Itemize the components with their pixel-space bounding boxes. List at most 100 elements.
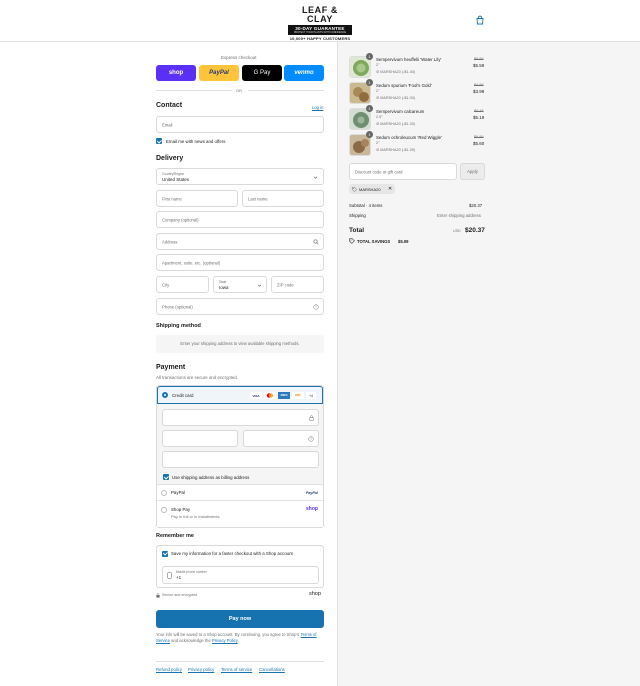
first-name-field[interactable]: First name [156, 190, 238, 207]
product-size: 2" [376, 63, 380, 67]
quantity-badge: 1 [366, 105, 373, 112]
remove-discount-icon[interactable]: ✕ [388, 186, 392, 192]
discount-code-placeholder: Discount code or gift card [355, 169, 403, 174]
shopping-bag-icon[interactable] [475, 15, 485, 25]
refund-policy-link[interactable]: Refund policy [156, 667, 182, 672]
shipping-method-heading: Shipping method [156, 323, 201, 329]
card-number-field[interactable] [162, 409, 319, 426]
paypal-logo: PayPal [306, 490, 318, 495]
name-on-card-field[interactable] [162, 451, 319, 468]
google-pay-label: G Pay [253, 70, 271, 76]
product-discount: ⊘ MARSHA20 (-$1.00) [376, 96, 416, 100]
security-code-field[interactable]: ? [243, 430, 319, 447]
company-placeholder: Company (optional) [162, 217, 199, 222]
cancellations-link[interactable]: Cancellations [259, 667, 285, 672]
mobile-label: Mobile phone number [176, 570, 207, 574]
mobile-phone-field[interactable]: Mobile phone number +1 [162, 566, 319, 584]
venmo-express-button[interactable]: venmo [284, 65, 324, 81]
contact-heading: Contact [156, 102, 183, 109]
credit-card-option[interactable]: Credit card VISA AMEX DISC +4 [157, 386, 323, 404]
shipping-notice-box: Enter your shipping address to view avai… [156, 335, 324, 353]
item-price: $5.60 [473, 141, 485, 146]
shop-pay-option[interactable]: Shop Pay Pay in full or in installments … [157, 500, 323, 527]
company-field[interactable]: Company (optional) [156, 211, 324, 228]
subtotal-label: Subtotal · 4 items [349, 203, 383, 208]
save-info-label: Save my information for a faster checkou… [171, 551, 293, 556]
quantity-badge: 1 [366, 53, 373, 60]
total-savings-value: $5.09 [398, 239, 409, 244]
billing-checkbox[interactable] [163, 474, 169, 480]
apply-button[interactable]: Apply [460, 163, 485, 180]
divider-right [248, 90, 324, 91]
first-name-placeholder: First name [162, 196, 182, 201]
discount-code-field[interactable]: Discount code or gift card [349, 163, 457, 180]
apply-label: Apply [467, 169, 478, 174]
paypal-option[interactable]: PayPal PayPal [157, 484, 323, 500]
privacy-link[interactable]: Privacy Policy [212, 638, 238, 643]
product-discount-text: MARSHA20 (-$1.00) [380, 96, 416, 100]
shop-logo: shop [309, 591, 321, 597]
news-checkbox[interactable] [156, 138, 162, 144]
credit-card-radio[interactable] [162, 392, 168, 398]
shop-pay-express-button[interactable]: shop [156, 65, 196, 81]
product-discount-text: MARSHA20 (-$1.30) [380, 122, 416, 126]
expiration-field[interactable] [162, 430, 238, 447]
subtotal-value: $20.37 [469, 203, 483, 208]
remember-box: Save my information for a faster checkou… [156, 545, 324, 588]
lock-icon [156, 593, 160, 598]
shop-pay-radio[interactable] [161, 507, 167, 513]
phone-field[interactable]: Phone (optional) ? [156, 298, 324, 315]
succulent-image [350, 109, 370, 129]
phone-placeholder: Phone (optional) [162, 304, 193, 309]
privacy-policy-link[interactable]: Privacy policy [188, 667, 214, 672]
login-link[interactable]: Log in [312, 105, 323, 110]
product-discount-text: MARSHA20 (-$1.40) [380, 70, 416, 74]
country-select[interactable]: Country/Region United States [156, 168, 324, 185]
brand-logo[interactable]: LEAF & CLAY 30-DAY GUARANTEE PROTECT YOU… [288, 6, 352, 41]
pay-now-button[interactable]: Pay now [156, 610, 324, 628]
legal-text-1: Your info will be saved to a Shop accoun… [156, 632, 300, 637]
paypal-radio[interactable] [161, 489, 167, 496]
payment-subtitle: All transactions are secure and encrypte… [156, 375, 239, 380]
express-checkout-title: Express checkout [221, 55, 257, 60]
pay-now-label: Pay now [228, 616, 252, 622]
shop-pay-label: Shop Pay [171, 507, 191, 512]
quantity-badge: 1 [366, 131, 373, 138]
amex-icon: AMEX [278, 392, 290, 399]
mobile-icon [167, 572, 172, 579]
secure-encrypted-text: Secure and encrypted [162, 593, 198, 597]
apartment-placeholder: Apartment, suite, etc. (optional) [162, 260, 221, 265]
total-label: Total [349, 227, 365, 234]
email-placeholder: Email [162, 122, 173, 127]
save-info-checkbox[interactable] [162, 550, 168, 557]
city-field[interactable]: City [156, 276, 209, 293]
credit-card-label: Credit card [172, 392, 194, 398]
savings-tag-icon [349, 238, 355, 244]
paypal-express-button[interactable]: PayPal [199, 65, 239, 81]
help-circle-icon[interactable]: ? [308, 436, 314, 442]
shop-pay-label: shop [168, 70, 184, 76]
state-select[interactable]: State Iowa [213, 276, 267, 293]
venmo-label: venmo [294, 70, 314, 76]
google-pay-express-button[interactable]: G Pay [242, 65, 282, 81]
svg-text:?: ? [315, 305, 317, 309]
more-cards-badge: +4 [306, 392, 316, 399]
zip-placeholder: ZIP code [277, 282, 294, 287]
currency-code: USD [453, 229, 461, 233]
item-price: $3.99 [473, 89, 485, 94]
divider-left [156, 90, 232, 91]
header: LEAF & CLAY 30-DAY GUARANTEE PROTECT YOU… [0, 0, 640, 42]
apartment-field[interactable]: Apartment, suite, etc. (optional) [156, 254, 324, 271]
original-price: $4.99 [474, 83, 484, 87]
zip-field[interactable]: ZIP code [271, 276, 324, 293]
product-name: Sempervivum heuffelii 'Water Lily' [376, 57, 442, 62]
terms-of-service-link[interactable]: Terms of service [221, 667, 252, 672]
last-name-field[interactable]: Last name [242, 190, 324, 207]
email-field[interactable]: Email [156, 116, 324, 133]
address-field[interactable]: Address [156, 233, 324, 250]
discover-icon: DISC [292, 392, 304, 399]
paypal-label: PayPal [209, 70, 229, 76]
footer-divider [156, 661, 324, 662]
total-savings-label: TOTAL SAVINGS [357, 239, 391, 244]
help-circle-icon[interactable]: ? [313, 304, 319, 310]
